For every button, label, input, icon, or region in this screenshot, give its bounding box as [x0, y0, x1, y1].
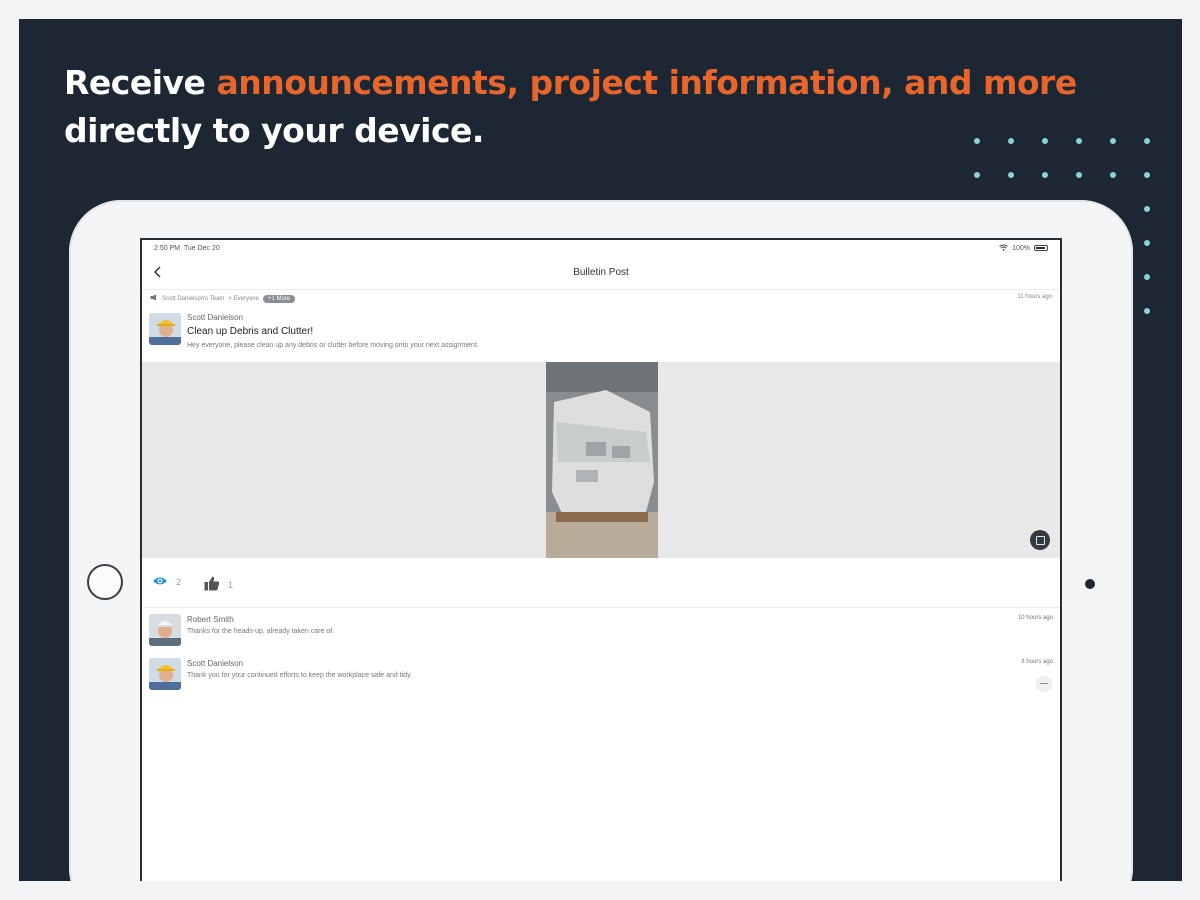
more-options-icon[interactable] [1036, 676, 1052, 692]
views-counter[interactable]: 2 [152, 576, 181, 588]
wifi-icon [999, 244, 1008, 253]
headline: Receive announcements, project informati… [64, 59, 1077, 155]
comment-text: Thank you for your continued efforts to … [187, 672, 413, 679]
post-body: Hey everyone, please clean up any debris… [187, 342, 479, 349]
comment-item: Robert Smith Thanks for the heads-up, al… [142, 608, 1060, 652]
post-title: Clean up Debris and Clutter! [187, 326, 314, 337]
status-date: Tue Dec 20 [183, 244, 220, 252]
page-title: Bulletin Post [573, 267, 629, 278]
team-name: Scott Danielson's Team [162, 295, 225, 302]
audience-badge[interactable]: +1 More [262, 294, 296, 303]
comment-time: 10 hours ago [1017, 615, 1053, 621]
battery-percent: 100% [1012, 244, 1030, 252]
comment-item: Scott Danielson Thank you for your conti… [142, 652, 1060, 696]
post-author: Scott Danielson [187, 313, 244, 322]
post-photo[interactable] [546, 362, 658, 558]
eye-icon [152, 576, 168, 588]
reactions-bar: 2 1 [142, 558, 1060, 608]
post-media [142, 362, 1060, 558]
post-meta: Scott Danielson's Team > Everyone +1 Mor… [142, 290, 1060, 306]
avatar [149, 614, 181, 646]
megaphone-icon [150, 294, 158, 303]
status-bar: 2:50 PM Tue Dec 20 100% [142, 240, 1060, 256]
nav-bar: Bulletin Post [142, 256, 1060, 290]
expand-image-icon[interactable] [1030, 530, 1050, 550]
audience: > Everyone [228, 295, 259, 302]
post-header: Scott Danielson Clean up Debris and Clut… [142, 306, 1060, 362]
home-button [87, 564, 123, 600]
tablet-frame: 2:50 PM Tue Dec 20 100% Bulletin Post Sc… [69, 200, 1133, 881]
front-camera [1085, 579, 1095, 589]
avatar [149, 313, 181, 345]
promo-panel: Receive announcements, project informati… [19, 19, 1182, 881]
comment-author: Scott Danielson [187, 659, 244, 668]
headline-accent: announcements, project information, and … [216, 63, 1077, 102]
headline-prefix: Receive [64, 63, 217, 102]
thumbs-up-icon [204, 576, 220, 593]
app-screen: 2:50 PM Tue Dec 20 100% Bulletin Post Sc… [140, 238, 1062, 881]
views-count: 2 [176, 577, 182, 587]
post-time: 11 hours ago [1017, 294, 1052, 300]
likes-count: 1 [228, 579, 234, 590]
comment-text: Thanks for the heads-up, already taken c… [187, 628, 335, 635]
battery-icon [1034, 245, 1048, 251]
comment-author: Robert Smith [187, 615, 234, 624]
comment-time: 8 hours ago [1021, 659, 1053, 665]
headline-line2: directly to your device. [64, 111, 484, 150]
likes-counter[interactable]: 1 [204, 576, 233, 593]
status-time: 2:50 PM [154, 244, 181, 252]
avatar [149, 658, 181, 690]
